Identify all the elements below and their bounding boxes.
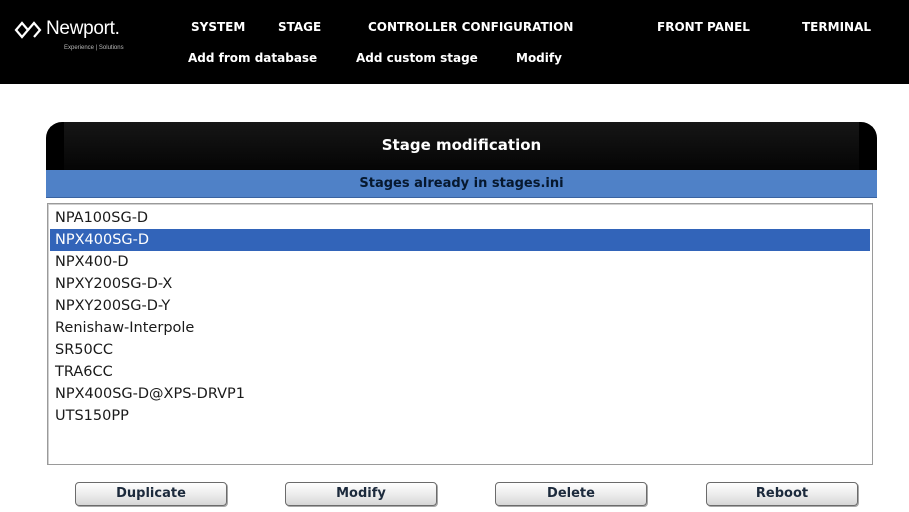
- stage-list-item[interactable]: NPXY200SG-D-X: [50, 273, 870, 295]
- stage-list-item[interactable]: NPXY200SG-D-Y: [50, 295, 870, 317]
- submenu-modify[interactable]: Modify: [516, 51, 562, 65]
- list-header-title: Stages already in stages.ini: [359, 176, 564, 191]
- brand-name: Newport.: [46, 18, 120, 39]
- newport-logo-icon: [14, 21, 42, 39]
- stage-list-item[interactable]: SR50CC: [50, 339, 870, 361]
- panel-title-bar: Stage modification: [46, 122, 877, 170]
- brand-tagline: Experience | Solutions: [64, 45, 124, 51]
- stage-list-item[interactable]: UTS150PP: [50, 405, 870, 427]
- delete-button[interactable]: Delete: [495, 482, 647, 506]
- panel-title: Stage modification: [381, 136, 542, 154]
- stage-list-item[interactable]: NPX400SG-D@XPS-DRVP1: [50, 383, 870, 405]
- modify-button[interactable]: Modify: [285, 482, 437, 506]
- menu-controller-configuration[interactable]: CONTROLLER CONFIGURATION: [368, 20, 573, 34]
- app-root: Newport. Experience | Solutions SYSTEM S…: [0, 0, 909, 512]
- menu-front-panel[interactable]: FRONT PANEL: [657, 20, 750, 34]
- newport-logo: Newport. Experience | Solutions: [14, 18, 184, 68]
- stage-listbox[interactable]: NPA100SG-D NPX400SG-D NPX400-D NPXY200SG-D-…: [47, 203, 873, 465]
- menu-system[interactable]: SYSTEM: [191, 20, 245, 34]
- menu-stage[interactable]: STAGE: [278, 20, 321, 34]
- stage-list-item[interactable]: NPX400-D: [50, 251, 870, 273]
- stage-list-item[interactable]: Renishaw-Interpole: [50, 317, 870, 339]
- submenu-add-custom-stage[interactable]: Add custom stage: [356, 51, 478, 65]
- stage-list-item[interactable]: NPX400SG-D: [50, 229, 870, 251]
- menu-terminal[interactable]: TERMINAL: [802, 20, 871, 34]
- duplicate-button[interactable]: Duplicate: [75, 482, 227, 506]
- top-navigation-bar: Newport. Experience | Solutions SYSTEM S…: [0, 0, 909, 84]
- reboot-button[interactable]: Reboot: [706, 482, 858, 506]
- submenu-add-from-database[interactable]: Add from database: [188, 51, 317, 65]
- stage-list-item[interactable]: TRA6CC: [50, 361, 870, 383]
- stage-list-item[interactable]: NPA100SG-D: [50, 207, 870, 229]
- list-header-bar: Stages already in stages.ini: [46, 170, 877, 198]
